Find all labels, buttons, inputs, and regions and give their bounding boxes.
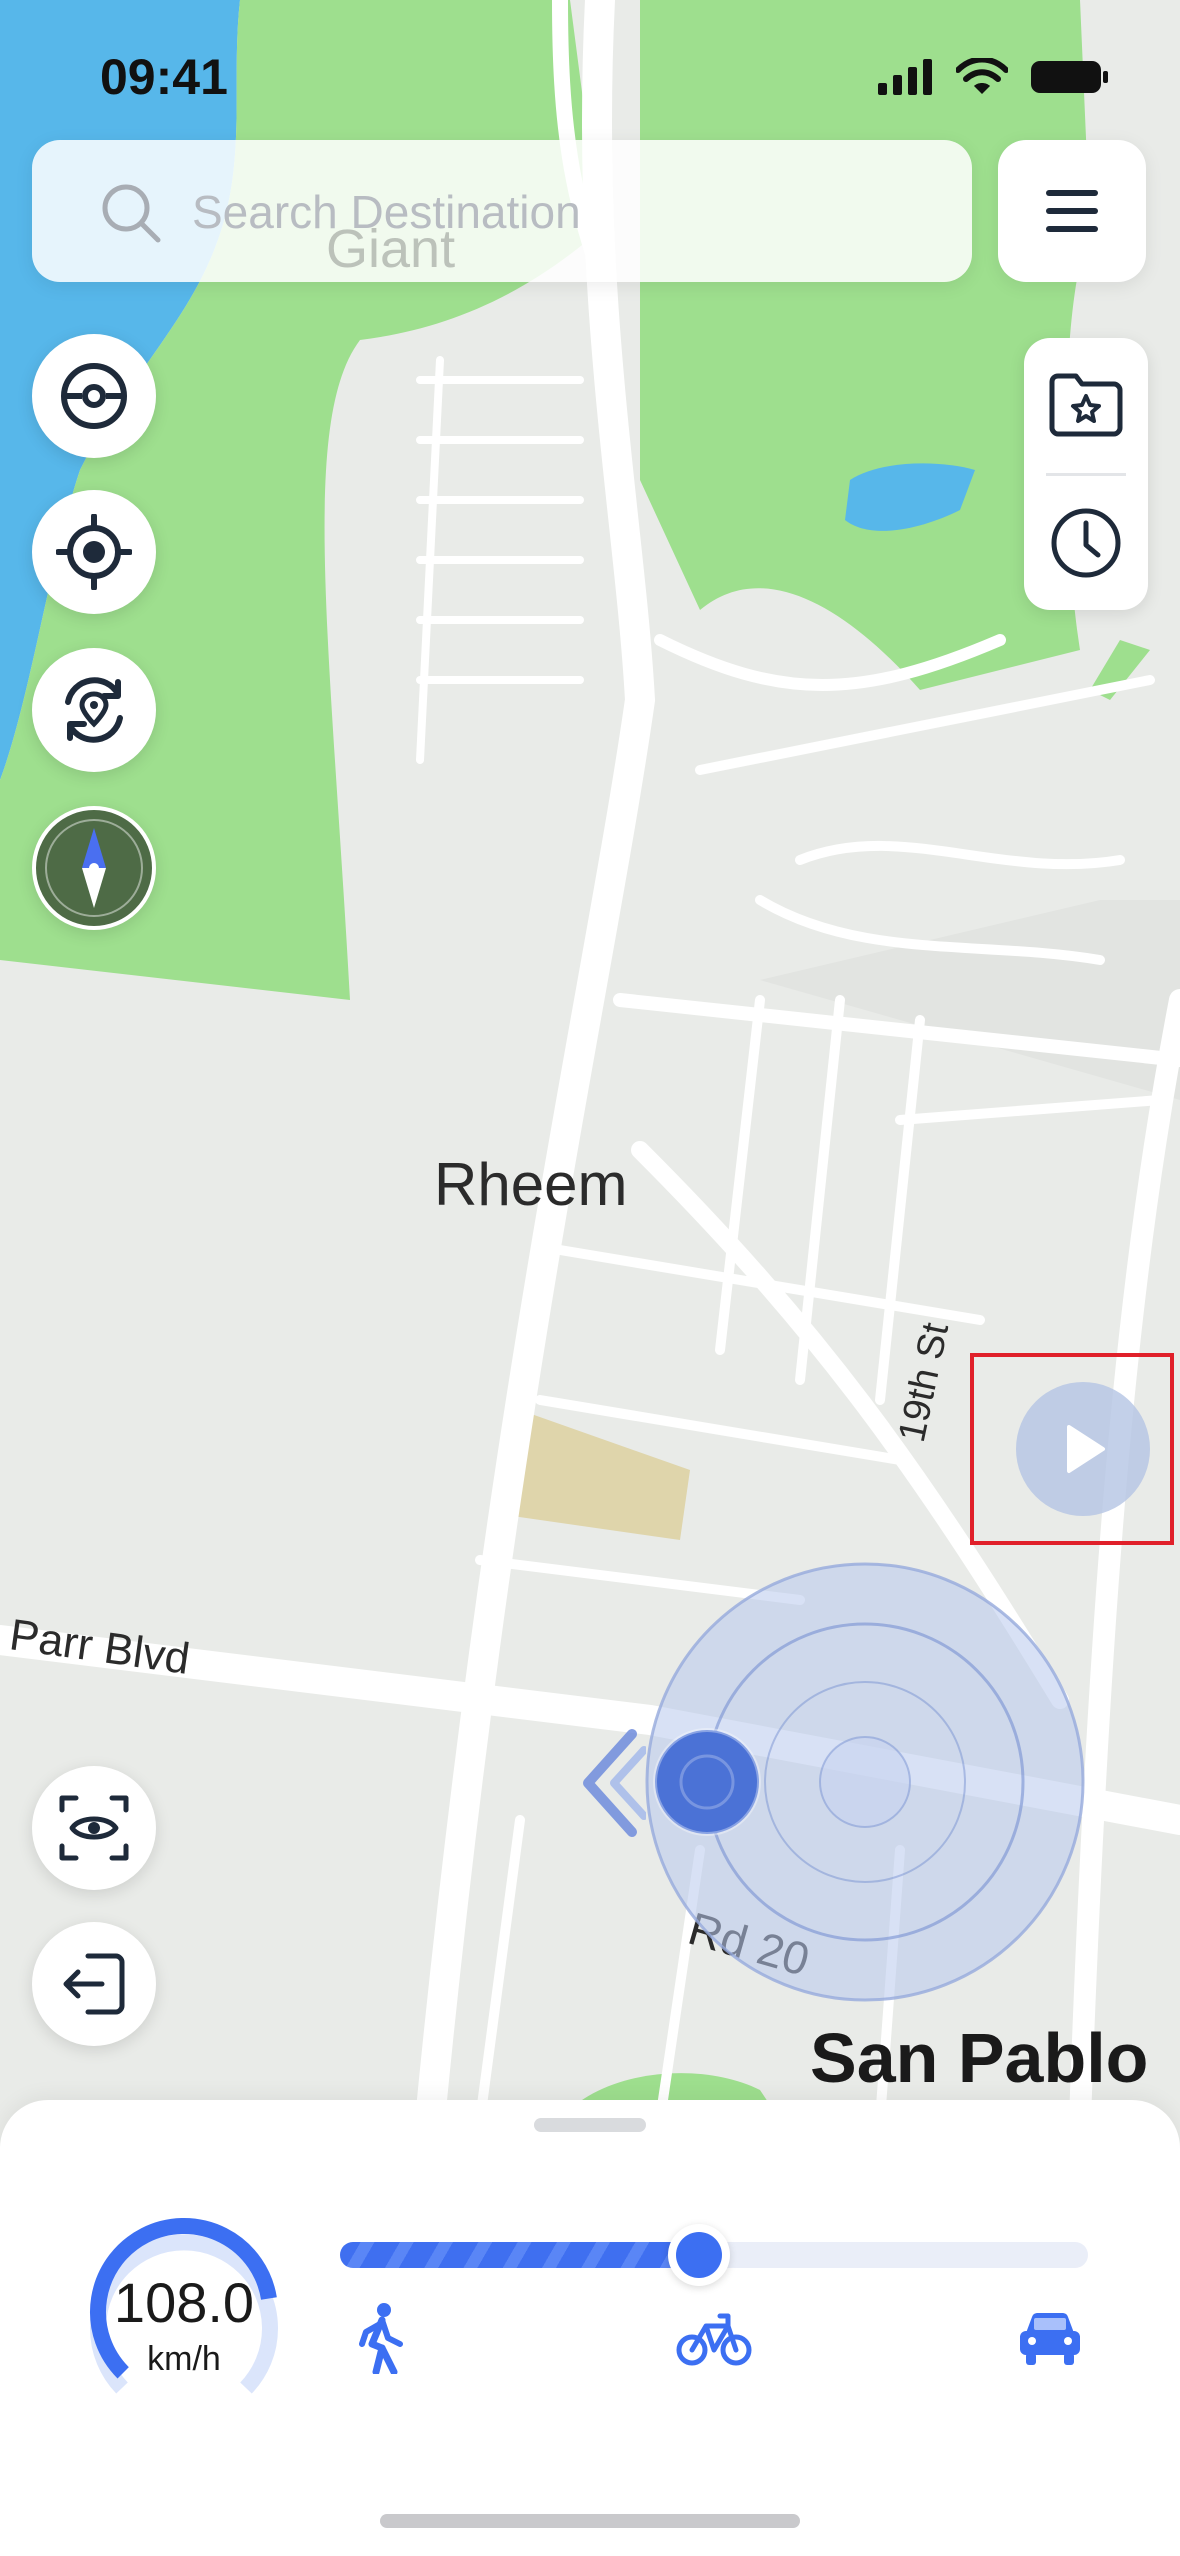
speed-slider-thumb[interactable] bbox=[668, 2224, 731, 2286]
pokeball-icon bbox=[61, 363, 127, 429]
speed-slider[interactable] bbox=[340, 2224, 1088, 2286]
walk-mode-button[interactable] bbox=[340, 2298, 420, 2378]
compass-button[interactable] bbox=[32, 806, 156, 930]
car-mode-button[interactable] bbox=[1010, 2298, 1090, 2378]
compass-icon bbox=[45, 819, 143, 917]
exit-button[interactable] bbox=[32, 1922, 156, 2046]
pokeball-button[interactable] bbox=[32, 334, 156, 458]
locate-target-icon bbox=[56, 514, 132, 590]
bike-mode-button[interactable] bbox=[674, 2298, 754, 2378]
favorites-button[interactable] bbox=[1024, 340, 1148, 470]
location-refresh-icon bbox=[65, 677, 123, 743]
exit-icon bbox=[63, 1953, 125, 2015]
locate-button[interactable] bbox=[32, 490, 156, 614]
bike-icon bbox=[676, 2313, 752, 2366]
home-indicator bbox=[380, 2514, 800, 2528]
search-input[interactable] bbox=[192, 170, 932, 254]
map-label-san-pablo: San Pablo bbox=[810, 2019, 1149, 2097]
joystick-control[interactable] bbox=[645, 1562, 1085, 2002]
panel-divider bbox=[1046, 473, 1126, 476]
status-bar: 09:41 bbox=[0, 0, 1180, 140]
history-clock-icon bbox=[1051, 508, 1121, 578]
status-time: 09:41 bbox=[100, 49, 228, 105]
speed-bottom-sheet: 108.0 km/h bbox=[0, 2100, 1180, 2556]
status-icons bbox=[878, 58, 1110, 96]
highlight-box bbox=[970, 1353, 1174, 1545]
history-button[interactable] bbox=[1024, 478, 1148, 608]
map-label-rheem: Rheem bbox=[434, 1151, 628, 1218]
sheet-grabber[interactable] bbox=[534, 2118, 646, 2132]
map-label-giant: Giant bbox=[326, 219, 456, 279]
quick-access-panel bbox=[1024, 338, 1148, 610]
refresh-location-button[interactable] bbox=[32, 648, 156, 772]
scan-eye-icon bbox=[59, 1795, 129, 1861]
car-icon bbox=[1020, 2313, 1080, 2365]
speed-slider-fill bbox=[340, 2242, 700, 2268]
cellular-signal-icon bbox=[878, 59, 932, 95]
wifi-icon bbox=[956, 58, 1008, 94]
speed-unit: km/h bbox=[147, 2340, 221, 2378]
search-icon bbox=[102, 184, 161, 243]
search-bar[interactable] bbox=[32, 140, 972, 282]
scan-button[interactable] bbox=[32, 1766, 156, 1890]
menu-button[interactable] bbox=[998, 140, 1146, 282]
battery-icon bbox=[1031, 61, 1108, 93]
speed-value: 108.0 bbox=[113, 2271, 255, 2334]
joystick-direction-arrow-icon bbox=[583, 1729, 646, 1837]
hamburger-menu-icon bbox=[1046, 190, 1098, 232]
walk-icon bbox=[359, 2303, 403, 2374]
favorites-folder-icon bbox=[1049, 373, 1123, 437]
